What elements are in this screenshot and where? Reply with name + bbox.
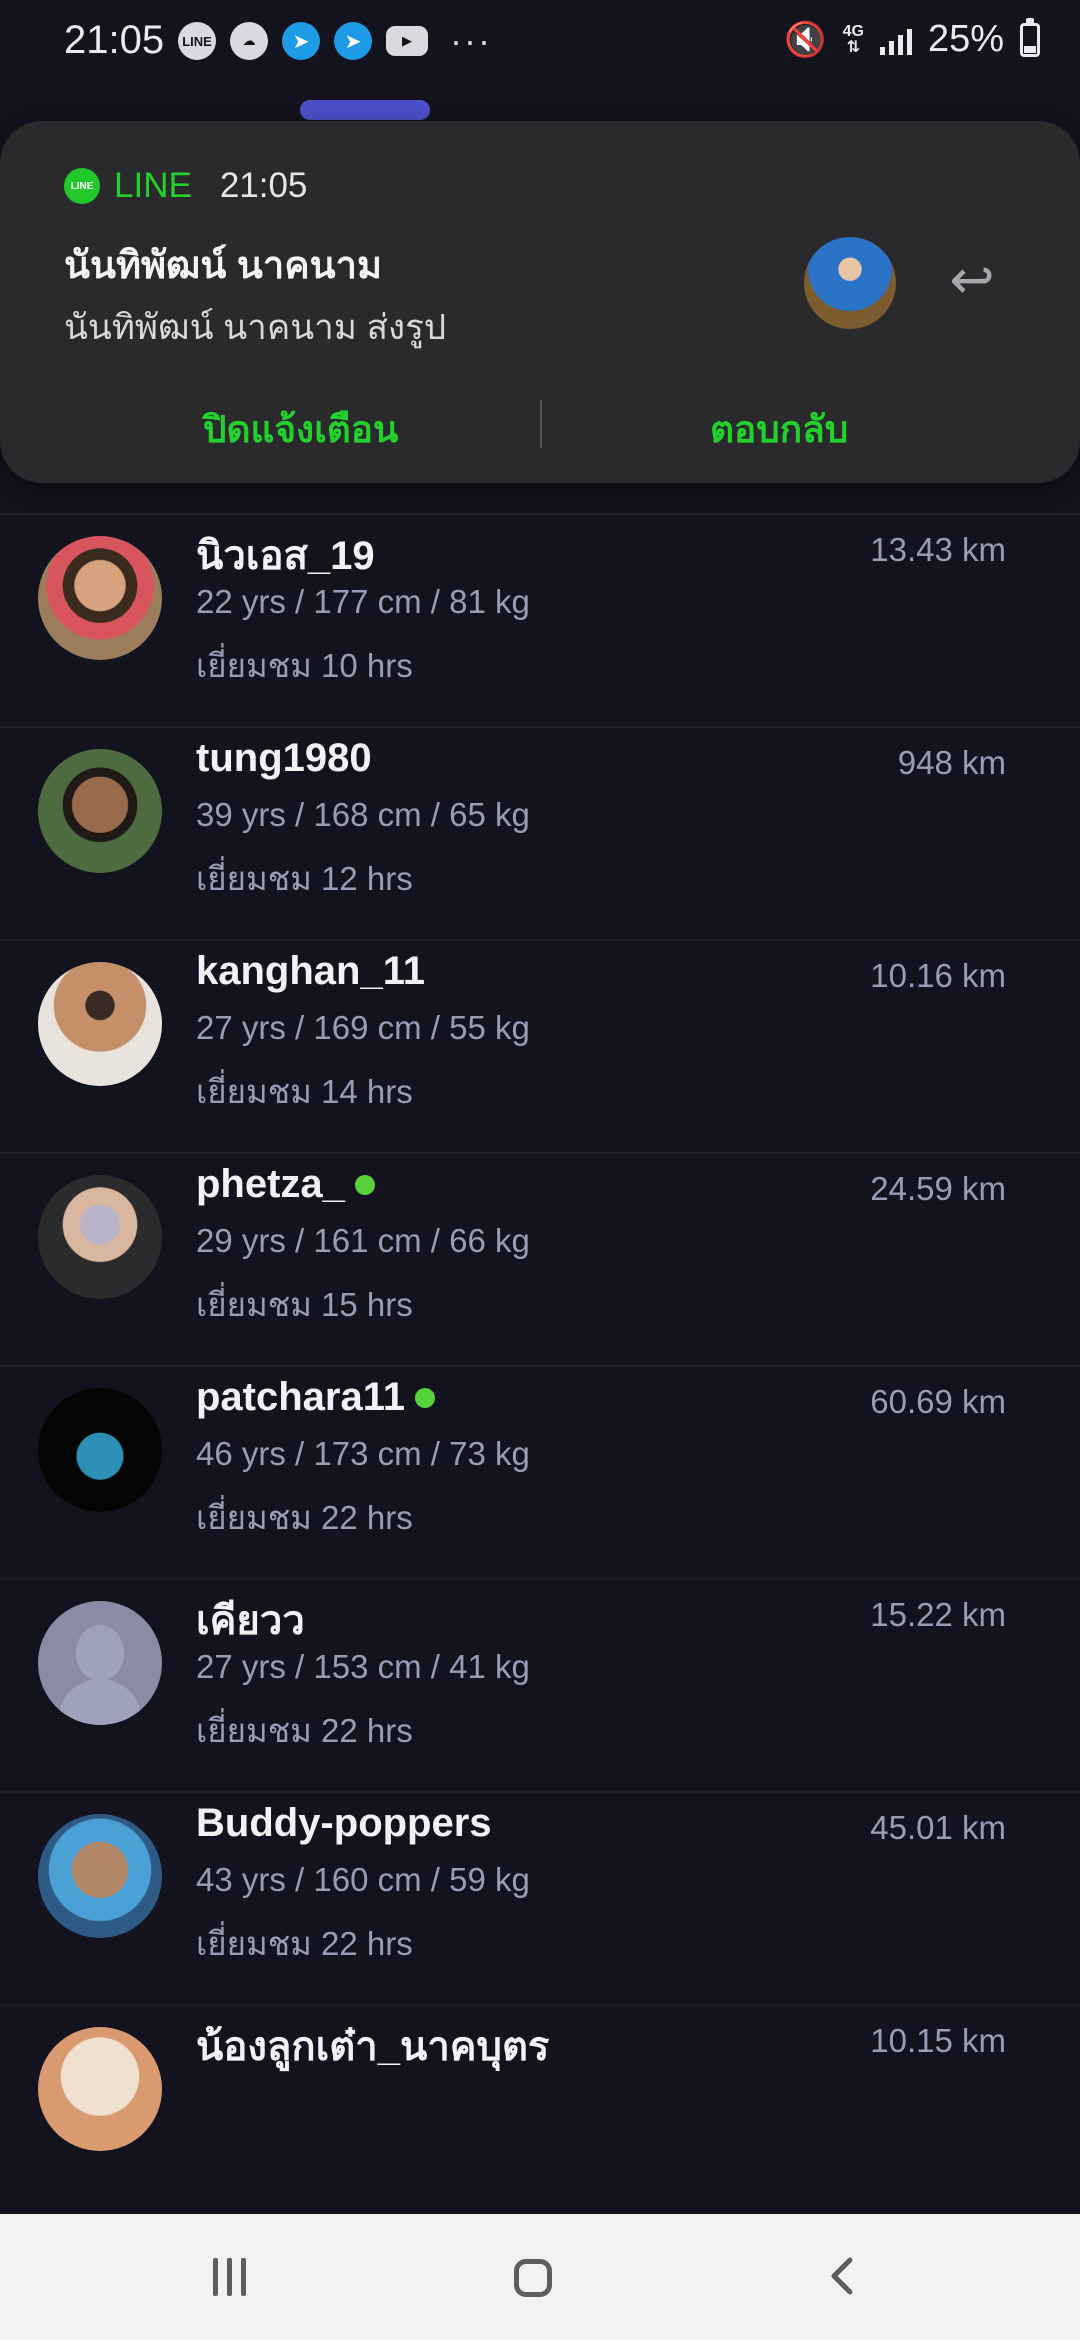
list-item[interactable]: kanghan_11 27 yrs / 169 cm / 55 kg เยี่ยมช…	[0, 939, 1080, 1154]
distance: 24.59 km	[870, 1170, 1006, 1207]
reply-button[interactable]: ตอบกลับ	[710, 400, 848, 459]
username: เคียวว	[196, 1599, 305, 1643]
user-stats: 43 yrs / 160 cm / 59 kg	[196, 1861, 530, 1898]
distance: 45.01 km	[870, 1809, 1006, 1846]
line-icon: LINE	[178, 22, 216, 60]
last-visited: เยี่ยมชม 14 hrs	[196, 1073, 413, 1110]
sender-avatar	[804, 237, 896, 329]
user-stats: 29 yrs / 161 cm / 66 kg	[196, 1222, 530, 1259]
avatar[interactable]	[38, 1175, 162, 1299]
distance: 948 km	[897, 744, 1006, 781]
avatar[interactable]	[38, 1601, 162, 1725]
username: phetza_	[196, 1162, 375, 1207]
last-visited: เยี่ยมชม 22 hrs	[196, 1712, 413, 1749]
list-item[interactable]: เคียวว 27 yrs / 153 cm / 41 kg เยี่ยมชม 22…	[0, 1578, 1080, 1793]
action-divider	[540, 400, 542, 448]
status-time: 21:05	[64, 18, 165, 62]
distance: 13.43 km	[870, 531, 1006, 568]
user-stats: 22 yrs / 177 cm / 81 kg	[196, 583, 530, 620]
list-item[interactable]: Buddy-poppers 43 yrs / 160 cm / 59 kg เยี่…	[0, 1791, 1080, 2006]
status-bar: 21:05 LINE ☁ ➤ ➤ ▶ ··· 🔇 4G ⇅ 25%	[0, 0, 1080, 84]
last-visited: เยี่ยมชม 22 hrs	[196, 1499, 413, 1536]
line-icon: LINE	[64, 168, 100, 204]
recent-apps-icon[interactable]	[213, 2258, 246, 2296]
online-status-dot	[354, 1174, 375, 1195]
battery-icon	[1020, 17, 1040, 57]
notification-icons: LINE ☁ ➤ ➤ ▶ ···	[178, 20, 492, 62]
telegram-icon: ➤	[282, 22, 320, 60]
notification-time: 21:05	[219, 166, 308, 205]
username: kanghan_11	[196, 949, 426, 993]
username: tung1980	[196, 736, 372, 780]
avatar[interactable]	[38, 962, 162, 1086]
battery-text: 25%	[927, 18, 1004, 60]
user-stats: 46 yrs / 173 cm / 73 kg	[196, 1435, 530, 1472]
mute-notification-button[interactable]: ปิดแจ้งเตือน	[203, 400, 398, 459]
mute-icon: 🔇	[784, 20, 827, 59]
avatar[interactable]	[38, 1814, 162, 1938]
distance: 10.16 km	[870, 957, 1006, 994]
list-item[interactable]: phetza_ 29 yrs / 161 cm / 66 kg เยี่ยมชม 1…	[0, 1152, 1080, 1367]
username: Buddy-poppers	[196, 1801, 492, 1845]
user-stats: 27 yrs / 153 cm / 41 kg	[196, 1648, 530, 1685]
network-indicator: 4G ⇅	[842, 22, 864, 56]
navigation-bar	[0, 2214, 1080, 2340]
notification-actions: ปิดแจ้งเตือน ตอบกลับ	[0, 400, 1080, 460]
youtube-icon: ▶	[386, 26, 428, 56]
home-icon[interactable]	[514, 2259, 552, 2297]
last-visited: เยี่ยมชม 10 hrs	[196, 647, 413, 684]
reply-arrow-icon[interactable]: ↩	[942, 250, 1002, 310]
list-item[interactable]: tung1980 39 yrs / 168 cm / 65 kg เยี่ยมชม …	[0, 726, 1080, 941]
notification-app-name: LINE	[114, 166, 192, 205]
telegram-icon: ➤	[334, 22, 372, 60]
avatar[interactable]	[38, 1388, 162, 1512]
status-right: 🔇 4G ⇅ 25%	[784, 17, 1040, 61]
cloud-icon: ☁	[230, 22, 268, 60]
distance: 60.69 km	[870, 1383, 1006, 1420]
avatar[interactable]	[38, 536, 162, 660]
notification-app-header: LINE LINE 21:05	[64, 166, 307, 206]
avatar[interactable]	[38, 749, 162, 873]
last-visited: เยี่ยมชม 12 hrs	[196, 860, 413, 897]
distance: 15.22 km	[870, 1596, 1006, 1633]
avatar[interactable]	[38, 2027, 162, 2151]
list-item[interactable]: patchara11 46 yrs / 173 cm / 73 kg เยี่ยมช…	[0, 1365, 1080, 1580]
back-icon[interactable]	[820, 2254, 864, 2298]
username: นิวเอส_19	[196, 534, 375, 578]
distance: 10.15 km	[870, 2022, 1006, 2059]
online-status-dot	[415, 1387, 436, 1408]
last-visited: เยี่ยมชม 22 hrs	[196, 1925, 413, 1962]
notification-message: นันทิพัฒน์ นาคนาม ส่งรูป	[64, 308, 447, 347]
user-stats: 39 yrs / 168 cm / 65 kg	[196, 796, 530, 833]
signal-icon	[879, 25, 912, 55]
last-visited: เยี่ยมชม 15 hrs	[196, 1286, 413, 1323]
username: patchara11	[196, 1375, 436, 1420]
notification-sender: นันทิพัฒน์ นาคนาม	[64, 245, 383, 287]
username: น้องลูกเต๋า_นาคบุตร	[196, 2025, 550, 2069]
more-icon: ···	[450, 20, 492, 61]
list-item[interactable]: น้องลูกเต๋า_นาคบุตร 10.15 km	[0, 2004, 1080, 2219]
user-stats: 27 yrs / 169 cm / 55 kg	[196, 1009, 530, 1046]
list-item[interactable]: นิวเอส_19 22 yrs / 177 cm / 81 kg เยี่ยมชม…	[0, 513, 1080, 728]
active-tab-indicator	[300, 100, 430, 120]
